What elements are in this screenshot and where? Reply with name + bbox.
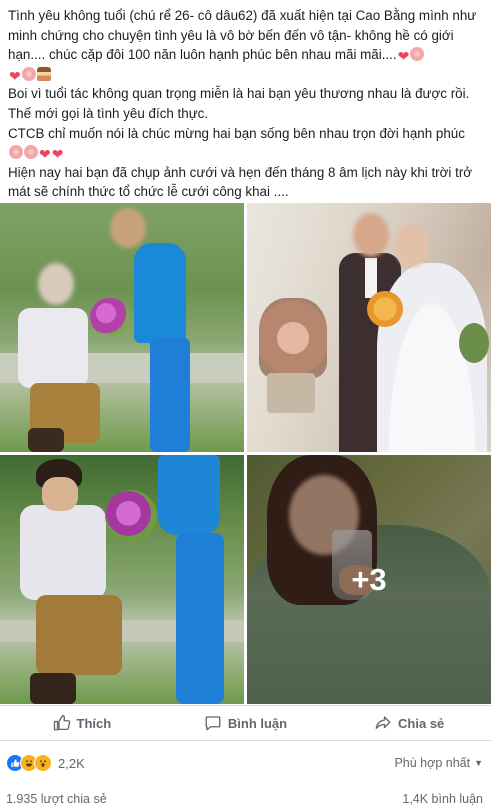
more-photos-count: +3 — [351, 561, 387, 597]
wow-icon — [34, 754, 52, 772]
woman-blue-shirt — [158, 455, 220, 535]
reactions-row: 2,2K Phù hợp nhất ▼ — [6, 752, 483, 774]
photo-more[interactable]: +3 — [247, 455, 491, 704]
post-paragraph: Hiện nay hai bạn đã chụp ảnh cưới và hẹn… — [8, 163, 486, 202]
sort-label: Phù hợp nhất — [394, 756, 471, 770]
flower-emoji-icon — [9, 145, 23, 160]
post-paragraph-text: CTCB chỉ muốn nói là chúc mừng hai bạn s… — [8, 125, 465, 141]
share-button[interactable]: Chia sẻ — [327, 706, 491, 740]
comment-button[interactable]: Bình luận — [164, 706, 328, 740]
blurred-face — [395, 223, 429, 267]
reaction-count[interactable]: 2,2K — [58, 756, 85, 771]
comment-sort-dropdown[interactable]: Phù hợp nhất ▼ — [394, 756, 483, 770]
heart-emoji-icon: ❤ — [9, 67, 21, 84]
share-icon — [375, 716, 391, 729]
heart-emoji-icon: ❤ — [397, 48, 410, 65]
woman-blue-pants — [176, 533, 224, 704]
post-text: Tình yêu không tuổi (chú rể 26- cô dâu62… — [8, 6, 486, 202]
vase-stand — [267, 373, 315, 413]
heart-emoji-icon: ❤ — [39, 146, 51, 163]
comment-icon — [205, 716, 221, 731]
post-paragraph-text: Boi vì tuổi tác không quan trọng miễn là… — [8, 86, 470, 121]
bridal-bouquet — [367, 291, 403, 327]
post-paragraph: Boi vì tuổi tác không quan trọng miễn là… — [8, 84, 486, 123]
flower-arrangement — [259, 298, 327, 378]
man-white-shirt — [18, 308, 88, 388]
thumbs-up-icon — [53, 714, 70, 731]
cake-emoji-icon — [36, 66, 51, 81]
post-paragraph: Tình yêu không tuổi (chú rể 26- cô dâu62… — [8, 6, 486, 84]
reaction-icons[interactable] — [6, 754, 52, 772]
post-paragraph-text: Hiện nay hai bạn đã chụp ảnh cưới và hẹn… — [8, 164, 473, 200]
man-shoes — [28, 428, 64, 452]
like-button[interactable]: Thích — [0, 706, 164, 740]
flower-emoji-icon — [24, 145, 38, 160]
woman-blue-shirt — [134, 243, 186, 343]
action-bar: Thích Bình luận Chia sẻ — [0, 705, 491, 741]
photo-proposal-2[interactable] — [0, 455, 244, 704]
photo-grid: +3 — [0, 203, 491, 704]
flower-emoji-icon — [410, 47, 425, 62]
woman-blue-pants — [150, 338, 190, 452]
comment-count[interactable]: 1,4K bình luận — [402, 792, 483, 808]
photo-wedding[interactable] — [247, 203, 491, 452]
man-white-shirt — [20, 505, 106, 600]
photo-proposal-1[interactable] — [0, 203, 244, 452]
flower-bouquet — [90, 298, 130, 336]
heart-emoji-icon: ❤ — [51, 146, 64, 163]
man-face — [42, 477, 78, 511]
flower-bouquet — [105, 490, 157, 542]
share-label: Chia sẻ — [398, 715, 445, 731]
stats-row: 1.935 lượt chia sẻ 1,4K bình luận — [6, 792, 483, 808]
man-shoes — [30, 673, 76, 704]
post-paragraph: CTCB chỉ muốn nói là chúc mừng hai bạn s… — [8, 124, 486, 163]
caret-down-icon: ▼ — [474, 758, 483, 768]
plant — [459, 323, 489, 363]
like-label: Thích — [76, 715, 112, 731]
blurred-face — [110, 208, 146, 248]
man-khaki-pants — [36, 595, 122, 675]
blurred-face — [353, 213, 389, 257]
blurred-face — [38, 263, 74, 305]
groom-shirt — [365, 258, 377, 298]
share-count[interactable]: 1.935 lượt chia sẻ — [6, 792, 107, 808]
comment-label: Bình luận — [227, 715, 288, 731]
more-photos-overlay[interactable]: +3 — [247, 455, 491, 704]
flower-emoji-icon — [21, 66, 36, 81]
